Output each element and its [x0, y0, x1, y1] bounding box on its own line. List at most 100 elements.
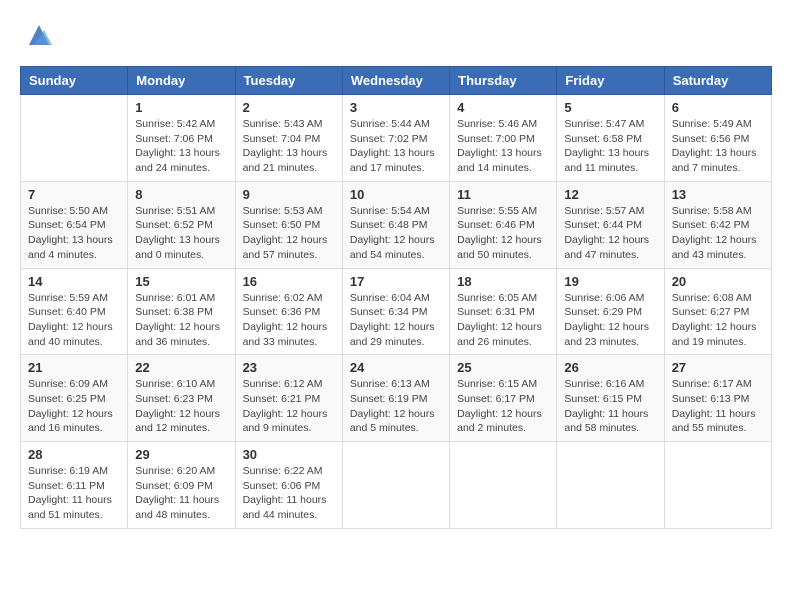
calendar-week-4: 21Sunrise: 6:09 AMSunset: 6:25 PMDayligh… — [21, 355, 772, 442]
day-number: 23 — [243, 360, 335, 375]
calendar-header-monday: Monday — [128, 67, 235, 95]
calendar-cell: 10 Sunrise: 5:54 AMSunset: 6:48 PMDayligh… — [342, 181, 449, 268]
calendar-cell: 7 Sunrise: 5:50 AMSunset: 6:54 PMDaylight… — [21, 181, 128, 268]
day-number: 9 — [243, 187, 335, 202]
day-info: Sunrise: 5:54 AMSunset: 6:48 PMDaylight:… — [350, 204, 442, 263]
day-info: Sunrise: 6:04 AMSunset: 6:34 PMDaylight:… — [350, 291, 442, 350]
day-number: 22 — [135, 360, 227, 375]
calendar-week-2: 7 Sunrise: 5:50 AMSunset: 6:54 PMDaylight… — [21, 181, 772, 268]
day-number: 5 — [564, 100, 656, 115]
day-info: Sunrise: 5:46 AMSunset: 7:00 PMDaylight:… — [457, 117, 549, 176]
calendar-cell: 18 Sunrise: 6:05 AMSunset: 6:31 PMDayligh… — [450, 268, 557, 355]
calendar-table: SundayMondayTuesdayWednesdayThursdayFrid… — [20, 66, 772, 529]
calendar-cell: 2Sunrise: 5:43 AMSunset: 7:04 PMDaylight… — [235, 95, 342, 182]
calendar-cell — [450, 442, 557, 529]
calendar-header-row: SundayMondayTuesdayWednesdayThursdayFrid… — [21, 67, 772, 95]
day-info: Sunrise: 6:06 AMSunset: 6:29 PMDaylight:… — [564, 291, 656, 350]
calendar-cell: 17 Sunrise: 6:04 AMSunset: 6:34 PMDayligh… — [342, 268, 449, 355]
calendar-cell: 16 Sunrise: 6:02 AMSunset: 6:36 PMDayligh… — [235, 268, 342, 355]
day-number: 30 — [243, 447, 335, 462]
calendar-cell: 3 Sunrise: 5:44 AMSunset: 7:02 PMDaylight… — [342, 95, 449, 182]
day-number: 12 — [564, 187, 656, 202]
day-number: 13 — [672, 187, 764, 202]
day-info: Sunrise: 6:08 AMSunset: 6:27 PMDaylight:… — [672, 291, 764, 350]
day-number: 11 — [457, 187, 549, 202]
day-info: Sunrise: 5:49 AMSunset: 6:56 PMDaylight:… — [672, 117, 764, 176]
calendar-cell: 8 Sunrise: 5:51 AMSunset: 6:52 PMDaylight… — [128, 181, 235, 268]
calendar-cell — [342, 442, 449, 529]
day-number: 18 — [457, 274, 549, 289]
calendar-week-3: 14 Sunrise: 5:59 AMSunset: 6:40 PMDayligh… — [21, 268, 772, 355]
day-number: 3 — [350, 100, 442, 115]
day-number: 24 — [350, 360, 442, 375]
day-number: 7 — [28, 187, 120, 202]
day-number: 17 — [350, 274, 442, 289]
day-number: 25 — [457, 360, 549, 375]
day-number: 14 — [28, 274, 120, 289]
day-info: Sunrise: 6:19 AMSunset: 6:11 PMDaylight:… — [28, 464, 120, 523]
calendar-cell — [21, 95, 128, 182]
day-info: Sunrise: 6:22 AMSunset: 6:06 PMDaylight:… — [243, 464, 335, 523]
day-info: Sunrise: 6:02 AMSunset: 6:36 PMDaylight:… — [243, 291, 335, 350]
day-info: Sunrise: 5:43 AMSunset: 7:04 PMDaylight:… — [243, 117, 335, 176]
day-number: 4 — [457, 100, 549, 115]
day-number: 26 — [564, 360, 656, 375]
calendar-cell: 28 Sunrise: 6:19 AMSunset: 6:11 PMDayligh… — [21, 442, 128, 529]
day-info: Sunrise: 5:53 AMSunset: 6:50 PMDaylight:… — [243, 204, 335, 263]
day-info: Sunrise: 5:58 AMSunset: 6:42 PMDaylight:… — [672, 204, 764, 263]
calendar-header-thursday: Thursday — [450, 67, 557, 95]
day-info: Sunrise: 6:16 AMSunset: 6:15 PMDaylight:… — [564, 377, 656, 436]
calendar-cell: 22 Sunrise: 6:10 AMSunset: 6:23 PMDayligh… — [128, 355, 235, 442]
calendar-cell: 19 Sunrise: 6:06 AMSunset: 6:29 PMDayligh… — [557, 268, 664, 355]
day-number: 19 — [564, 274, 656, 289]
day-number: 8 — [135, 187, 227, 202]
day-info: Sunrise: 6:12 AMSunset: 6:21 PMDaylight:… — [243, 377, 335, 436]
day-info: Sunrise: 5:50 AMSunset: 6:54 PMDaylight:… — [28, 204, 120, 263]
day-info: Sunrise: 6:17 AMSunset: 6:13 PMDaylight:… — [672, 377, 764, 436]
calendar-week-5: 28 Sunrise: 6:19 AMSunset: 6:11 PMDayligh… — [21, 442, 772, 529]
calendar-cell — [557, 442, 664, 529]
calendar-cell: 13 Sunrise: 5:58 AMSunset: 6:42 PMDayligh… — [664, 181, 771, 268]
day-number: 29 — [135, 447, 227, 462]
day-info: Sunrise: 6:13 AMSunset: 6:19 PMDaylight:… — [350, 377, 442, 436]
day-info: Sunrise: 6:01 AMSunset: 6:38 PMDaylight:… — [135, 291, 227, 350]
calendar-cell: 15Sunrise: 6:01 AMSunset: 6:38 PMDayligh… — [128, 268, 235, 355]
day-info: Sunrise: 5:44 AMSunset: 7:02 PMDaylight:… — [350, 117, 442, 176]
day-number: 16 — [243, 274, 335, 289]
calendar-cell — [664, 442, 771, 529]
calendar-cell: 21Sunrise: 6:09 AMSunset: 6:25 PMDayligh… — [21, 355, 128, 442]
page-header — [20, 20, 772, 50]
calendar-cell: 29 Sunrise: 6:20 AMSunset: 6:09 PMDayligh… — [128, 442, 235, 529]
day-info: Sunrise: 6:15 AMSunset: 6:17 PMDaylight:… — [457, 377, 549, 436]
calendar-cell: 14 Sunrise: 5:59 AMSunset: 6:40 PMDayligh… — [21, 268, 128, 355]
day-info: Sunrise: 6:20 AMSunset: 6:09 PMDaylight:… — [135, 464, 227, 523]
calendar-header-friday: Friday — [557, 67, 664, 95]
logo — [20, 20, 54, 50]
calendar-cell: 1Sunrise: 5:42 AMSunset: 7:06 PMDaylight… — [128, 95, 235, 182]
calendar-cell: 26 Sunrise: 6:16 AMSunset: 6:15 PMDayligh… — [557, 355, 664, 442]
calendar-header-wednesday: Wednesday — [342, 67, 449, 95]
calendar-header-saturday: Saturday — [664, 67, 771, 95]
calendar-cell: 30 Sunrise: 6:22 AMSunset: 6:06 PMDayligh… — [235, 442, 342, 529]
calendar-cell: 5Sunrise: 5:47 AMSunset: 6:58 PMDaylight… — [557, 95, 664, 182]
day-number: 20 — [672, 274, 764, 289]
day-info: Sunrise: 6:05 AMSunset: 6:31 PMDaylight:… — [457, 291, 549, 350]
day-info: Sunrise: 6:10 AMSunset: 6:23 PMDaylight:… — [135, 377, 227, 436]
day-info: Sunrise: 5:51 AMSunset: 6:52 PMDaylight:… — [135, 204, 227, 263]
calendar-header-tuesday: Tuesday — [235, 67, 342, 95]
day-info: Sunrise: 5:55 AMSunset: 6:46 PMDaylight:… — [457, 204, 549, 263]
day-info: Sunrise: 6:09 AMSunset: 6:25 PMDaylight:… — [28, 377, 120, 436]
day-info: Sunrise: 5:59 AMSunset: 6:40 PMDaylight:… — [28, 291, 120, 350]
calendar-cell: 20 Sunrise: 6:08 AMSunset: 6:27 PMDayligh… — [664, 268, 771, 355]
calendar-cell: 24 Sunrise: 6:13 AMSunset: 6:19 PMDayligh… — [342, 355, 449, 442]
logo-icon — [24, 20, 54, 50]
calendar-cell: 27Sunrise: 6:17 AMSunset: 6:13 PMDayligh… — [664, 355, 771, 442]
calendar-cell: 23 Sunrise: 6:12 AMSunset: 6:21 PMDayligh… — [235, 355, 342, 442]
day-number: 28 — [28, 447, 120, 462]
day-number: 10 — [350, 187, 442, 202]
calendar-header-sunday: Sunday — [21, 67, 128, 95]
day-number: 6 — [672, 100, 764, 115]
calendar-cell: 11 Sunrise: 5:55 AMSunset: 6:46 PMDayligh… — [450, 181, 557, 268]
calendar-cell: 9 Sunrise: 5:53 AMSunset: 6:50 PMDaylight… — [235, 181, 342, 268]
day-number: 1 — [135, 100, 227, 115]
